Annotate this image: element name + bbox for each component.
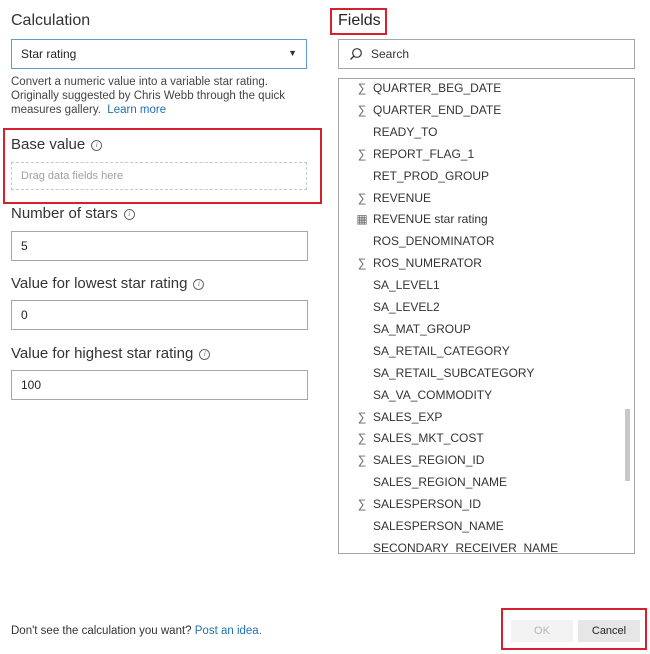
highest-rating-label: Value for highest star rating i [11,345,211,362]
field-item[interactable]: ∑ QUARTER_END_DATE [339,99,502,121]
sigma-icon: ∑ [357,431,367,446]
lowest-rating-label: Value for lowest star rating i [11,275,205,292]
field-item[interactable]: ∑ REPORT_FLAG_1 [339,143,474,165]
fields-title: Fields [338,12,381,29]
fields-list-rows: ∑ QUARTER_BEG_DATE ∑ QUARTER_END_DATE READY_… [339,79,634,553]
field-item-label: REVENUE star rating [373,212,488,227]
field-item[interactable]: SALES_REGION_NAME [339,471,507,493]
base-value-dropzone[interactable]: Drag data fields here [11,162,307,190]
info-icon[interactable]: i [123,209,135,220]
number-of-stars-label: Number of stars i [11,205,135,222]
footer-text: Don't see the calculation you want? Post… [11,625,262,637]
field-item[interactable]: SA_LEVEL1 [339,274,440,296]
search-placeholder: Search [371,47,410,61]
field-item-label: SALES_MKT_COST [373,431,484,446]
field-item-label: REPORT_FLAG_1 [373,146,475,161]
field-item[interactable]: SALESPERSON_NAME [339,515,504,537]
fields-list[interactable]: ∑ QUARTER_BEG_DATE ∑ QUARTER_END_DATE READY_… [338,78,635,554]
field-item-label: SALESPERSON_NAME [373,519,504,533]
lowest-rating-input[interactable]: 0 [11,300,308,330]
number-of-stars-input[interactable]: 5 [11,231,308,261]
sigma-icon: ∑ [357,81,367,95]
field-item[interactable]: ∑ SALES_REGION_ID [339,449,485,471]
field-item[interactable]: SA_VA_COMMODITY [339,384,492,406]
highest-rating-input[interactable]: 100 [11,370,308,400]
calculator-icon: ▦ [356,212,368,227]
field-item-label: SA_LEVEL2 [373,300,440,314]
sigma-icon: ∑ [357,256,367,271]
field-item[interactable]: ROS_DENOMINATOR [339,230,495,252]
field-item[interactable]: ∑ QUARTER_BEG_DATE [339,79,502,99]
info-icon[interactable]: i [199,349,211,360]
calculation-description: Convert a numeric value into a variable … [11,76,286,116]
field-item-label: SALES_REGION_NAME [373,475,508,490]
calculation-title: Calculation [11,12,91,29]
field-item[interactable]: SA_RETAIL_CATEGORY [339,340,510,362]
field-item[interactable]: ∑ SALES_EXP [339,406,443,428]
sigma-icon: ∑ [357,497,367,512]
calculation-dropdown[interactable]: Star rating ▼ [11,39,307,69]
field-item[interactable]: RET_PROD_GROUP [339,165,489,187]
field-item-label: REVENUE [373,190,432,205]
sigma-icon: ∑ [357,102,367,117]
chevron-down-icon: ▼ [288,48,297,58]
field-item-label: SA_MAT_GROUP [373,321,471,336]
post-idea-link[interactable]: Post an idea. [195,625,262,637]
ok-button[interactable]: OK [511,620,573,642]
info-icon[interactable]: i [193,279,205,290]
field-item-label: SA_VA_COMMODITY [373,387,493,402]
field-item[interactable]: ∑ SALESPERSON_ID [339,493,481,515]
field-item[interactable]: SA_MAT_GROUP [339,318,471,340]
field-item-label: SALES_REGION_ID [373,453,485,468]
field-item-label: SECONDARY_RECEIVER_NAME [373,540,559,554]
field-item-label: READY_TO [373,124,438,139]
field-item[interactable]: ▦ REVENUE star rating [339,208,488,230]
fields-scrollbar-thumb[interactable] [625,409,630,481]
field-item[interactable]: SECONDARY_RECEIVER_NAME [339,537,559,554]
field-item-label: RET_PROD_GROUP [373,168,490,183]
field-item[interactable]: READY_TO [339,121,437,143]
field-item-label: QUARTER_BEG_DATE [373,81,502,95]
field-item[interactable]: ∑ SALES_MKT_COST [339,427,484,449]
field-item[interactable]: SA_RETAIL_SUBCATEGORY [339,362,534,384]
field-item-label: SA_LEVEL1 [373,278,440,293]
field-item-label: SALESPERSON_ID [373,497,482,512]
field-item-label: QUARTER_END_DATE [373,102,502,117]
calculation-dropdown-value: Star rating [21,47,77,61]
field-item[interactable]: ∑ REVENUE [339,187,431,209]
field-item-label: SA_RETAIL_CATEGORY [373,343,510,358]
field-item-label: SALES_EXP [373,409,443,424]
field-item[interactable]: SA_LEVEL2 [339,296,440,318]
learn-more-link[interactable]: Learn more [107,104,166,116]
field-item[interactable]: ∑ ROS_NUMERATOR [339,252,482,274]
sigma-icon: ∑ [357,409,367,424]
cancel-button[interactable]: Cancel [578,620,640,642]
base-value-label: Base value i [11,136,103,153]
field-item-label: ROS_DENOMINATOR [373,234,495,249]
fields-search-input[interactable]: Search [338,39,635,69]
field-item-label: ROS_NUMERATOR [373,256,482,271]
search-icon [350,48,362,60]
sigma-icon: ∑ [357,190,367,205]
sigma-icon: ∑ [357,453,367,468]
info-icon[interactable]: i [91,140,103,151]
sigma-icon: ∑ [357,146,367,161]
field-item-label: SA_RETAIL_SUBCATEGORY [373,365,535,380]
